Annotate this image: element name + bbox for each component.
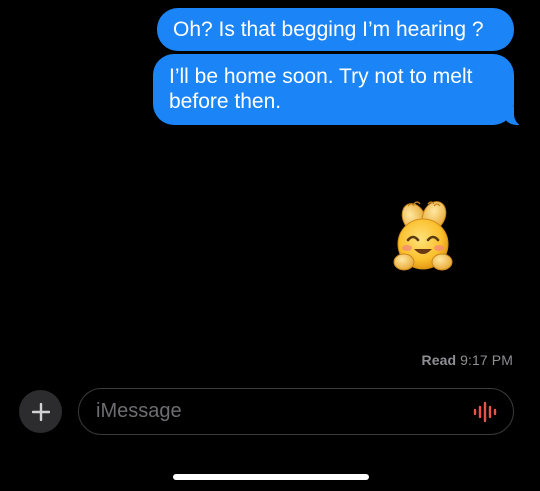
read-label: Read [421,352,457,368]
plus-icon [31,402,50,421]
blushing-smile-hands-emoji-icon[interactable] [390,196,460,276]
add-attachment-button[interactable] [19,390,62,433]
read-receipt: Read 9:17 PM [422,352,513,368]
conversation-screen: Oh? Is that begging I’m hearing ? I’ll b… [0,0,540,491]
message-bubble-outgoing[interactable]: Oh? Is that begging I’m hearing ? [157,8,514,51]
home-indicator[interactable] [173,474,369,480]
message-text: I’ll be home soon. Try not to melt befor… [169,65,473,113]
audio-waveform-icon[interactable] [472,401,498,423]
message-input-bar[interactable] [78,388,514,435]
message-text: Oh? Is that begging I’m hearing ? [173,18,484,41]
message-bubble-outgoing[interactable]: I’ll be home soon. Try not to melt befor… [153,54,528,126]
read-time: 9:17 PM [460,352,513,368]
message-input[interactable] [96,400,456,423]
